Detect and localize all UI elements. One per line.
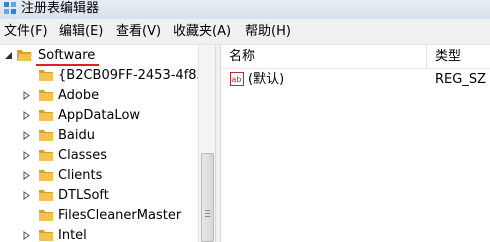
scrollbar-thumb[interactable]: [201, 153, 214, 242]
expand-triangle-icon[interactable]: [22, 191, 31, 200]
column-divider[interactable]: [426, 45, 427, 69]
folder-icon: [39, 230, 53, 241]
tree-item-label: Baidu: [58, 128, 95, 143]
tree-item[interactable]: Baidu: [0, 126, 198, 146]
tree-item[interactable]: Adobe: [0, 86, 198, 106]
svg-text:ab: ab: [232, 75, 242, 84]
value-name: (默认): [248, 72, 285, 87]
folder-icon: [39, 150, 53, 161]
tree-item-label: DTLSoft: [58, 188, 109, 203]
tree-item-label: Classes: [58, 148, 107, 163]
window-title: 注册表编辑器: [21, 1, 100, 16]
tree-scrollbar[interactable]: [198, 45, 215, 242]
expand-triangle-icon[interactable]: [22, 171, 31, 180]
value-list[interactable]: 名称 类型 ab (默认) REG_SZ: [221, 45, 490, 242]
folder-open-icon: [17, 50, 32, 61]
list-header: 名称 类型: [221, 45, 490, 69]
menu-help[interactable]: 帮助(H): [245, 24, 291, 40]
tree-item[interactable]: DTLSoft: [0, 186, 198, 206]
expand-triangle-icon[interactable]: [22, 151, 31, 160]
grip-line: [205, 216, 210, 217]
folder-icon: [39, 170, 53, 181]
folder-icon: [39, 130, 53, 141]
tree-item-label: FilesCleanerMaster: [58, 208, 182, 223]
menu-bar: 文件(F) 编辑(E) 查看(V) 收藏夹(A) 帮助(H): [0, 19, 490, 45]
folder-icon: [39, 110, 53, 121]
expand-triangle-icon[interactable]: [22, 131, 31, 140]
expand-triangle-icon[interactable]: [22, 91, 31, 100]
tree-item-label: Software: [38, 48, 96, 63]
folder-icon: [39, 90, 53, 101]
column-header-type[interactable]: 类型: [435, 49, 461, 65]
grip-line: [205, 210, 210, 211]
title-bar: 注册表编辑器: [0, 0, 490, 19]
tree-item[interactable]: {B2CB09FF-2453-4f85: [0, 66, 205, 86]
menu-edit[interactable]: 编辑(E): [59, 24, 103, 40]
expand-triangle-icon[interactable]: [22, 111, 31, 120]
tree-item[interactable]: FilesCleanerMaster: [0, 206, 198, 226]
string-value-ab-icon: ab: [230, 72, 244, 86]
grip-line: [205, 213, 210, 214]
tree-item[interactable]: Clients: [0, 166, 198, 186]
tree-item-software[interactable]: Software: [0, 46, 198, 66]
tree-item-label: AppDataLow: [58, 108, 141, 123]
folder-icon: [39, 190, 53, 201]
tree-item-label: Clients: [58, 168, 103, 183]
menu-view[interactable]: 查看(V): [116, 24, 161, 40]
menu-file[interactable]: 文件(F): [4, 24, 48, 40]
list-row[interactable]: ab (默认) REG_SZ: [221, 70, 490, 90]
tree-item[interactable]: Intel: [0, 226, 198, 242]
folder-icon: [39, 210, 53, 221]
expand-triangle-icon[interactable]: [22, 231, 31, 240]
folder-icon: [39, 70, 53, 81]
key-tree[interactable]: Software {B2CB09FF-2453-4f85 Adobe AppDa…: [0, 45, 215, 242]
menu-favorites[interactable]: 收藏夹(A): [173, 24, 231, 40]
value-type: REG_SZ: [435, 72, 486, 87]
tree-item-label: {B2CB09FF-2453-4f85: [58, 68, 205, 83]
collapse-triangle-icon[interactable]: [4, 51, 13, 60]
registry-editor-icon: [4, 2, 16, 14]
tree-item[interactable]: AppDataLow: [0, 106, 198, 126]
tree-item[interactable]: Classes: [0, 146, 198, 166]
tree-item-label: Intel: [58, 228, 87, 242]
tree-item-label: Adobe: [58, 88, 100, 103]
column-header-name[interactable]: 名称: [229, 49, 255, 65]
